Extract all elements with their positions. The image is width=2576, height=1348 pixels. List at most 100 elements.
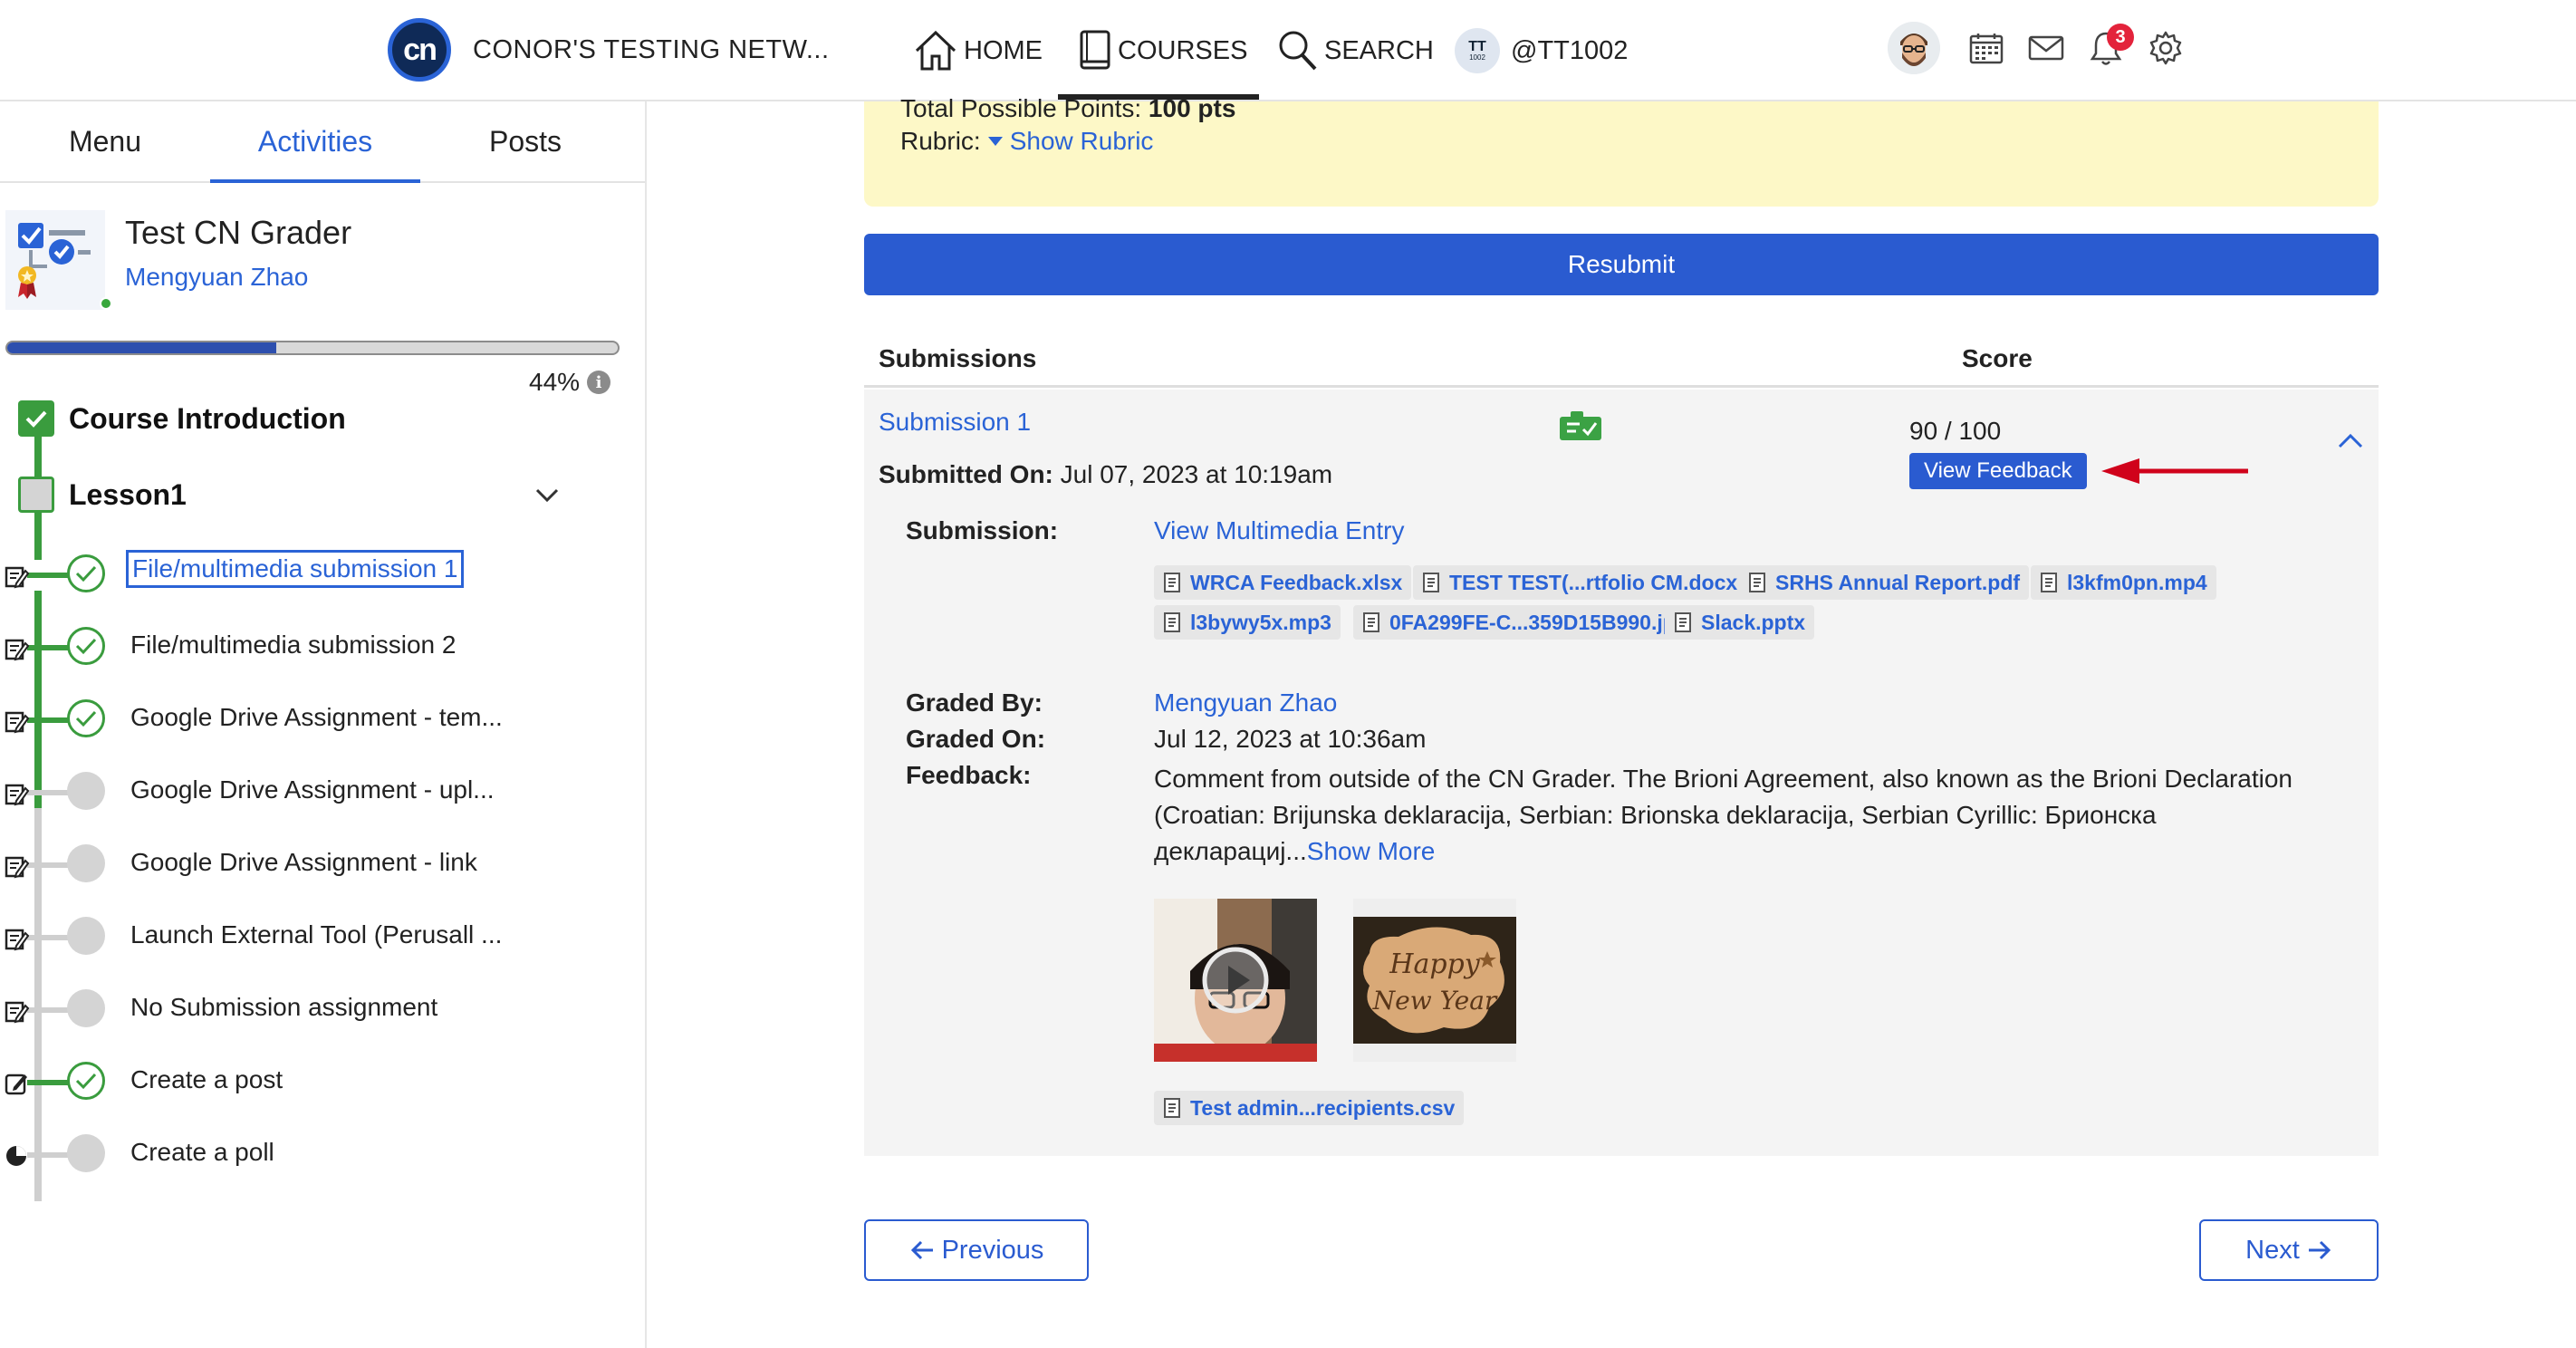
item-connector xyxy=(27,573,71,578)
section-in-progress-icon xyxy=(18,477,54,513)
tab-posts[interactable]: Posts xyxy=(420,101,630,181)
tab-menu[interactable]: Menu xyxy=(0,101,210,181)
nav-home[interactable]: HOME xyxy=(913,0,1043,101)
file-attachment[interactable]: l3kfm0pn.mp4 xyxy=(2031,565,2216,600)
assignment-icon xyxy=(4,636,30,661)
submission-card: Submission 1 Submitted On: Jul 07, 2023 … xyxy=(864,390,2379,1156)
tab-activities[interactable]: Activities xyxy=(210,101,420,183)
settings-button[interactable] xyxy=(2147,29,2185,67)
brand[interactable]: cn CONOR'S TESTING NETW... xyxy=(388,18,830,82)
course-progress-bar xyxy=(5,341,620,355)
previous-label: Previous xyxy=(941,1235,1044,1265)
document-icon xyxy=(1675,612,1691,632)
document-icon xyxy=(1164,1098,1180,1118)
arrow-right-icon xyxy=(2308,1240,2331,1260)
poll-icon xyxy=(4,1143,29,1169)
pending-circle-icon xyxy=(67,989,105,1027)
graded-on-label: Graded On: xyxy=(906,725,1046,753)
activity-item-label: Google Drive Assignment - tem... xyxy=(130,703,503,731)
assignment-icon xyxy=(4,998,30,1024)
file-name: l3kfm0pn.mp4 xyxy=(2067,570,2207,594)
feedback-file-attachment[interactable]: Test admin...recipients.csv xyxy=(1154,1091,1465,1125)
feedback-text: Comment from outside of the CN Grader. T… xyxy=(1154,761,2359,870)
feedback-label: Feedback: xyxy=(906,761,1032,789)
activity-item[interactable]: Create a poll xyxy=(0,1125,645,1180)
check-circle-icon xyxy=(67,1062,105,1100)
file-name: TEST TEST(...rtfolio CM.docx xyxy=(1449,570,1738,594)
total-points-label: Total Possible Points: xyxy=(900,94,1142,122)
activity-item[interactable]: Launch External Tool (Perusall ... xyxy=(0,908,645,962)
item-connector xyxy=(27,645,71,650)
rubric-row: Rubric: Show Rubric xyxy=(900,127,1153,156)
submission-link[interactable]: Submission 1 xyxy=(879,408,1031,437)
nav-courses[interactable]: COURSES xyxy=(1078,0,1247,101)
feedback-image-thumbnail[interactable]: Happy New Year xyxy=(1353,899,1516,1062)
gear-icon xyxy=(2149,31,2182,65)
previous-button[interactable]: Previous xyxy=(864,1219,1089,1281)
activity-item[interactable]: File/multimedia submission 1 xyxy=(0,545,645,600)
view-feedback-button[interactable]: View Feedback xyxy=(1909,453,2087,489)
show-more-link[interactable]: Show More xyxy=(1307,837,1436,865)
info-icon[interactable]: i xyxy=(587,371,611,394)
assignment-icon xyxy=(4,853,30,879)
file-attachment[interactable]: Slack.pptx xyxy=(1665,605,1815,640)
show-rubric-label: Show Rubric xyxy=(1009,127,1154,155)
total-points: Total Possible Points: 100 pts xyxy=(900,94,1235,123)
activity-item[interactable]: No Submission assignment xyxy=(0,980,645,1035)
activity-item[interactable]: Google Drive Assignment - tem... xyxy=(0,690,645,745)
sidebar: Menu Activities Posts Test CN Grader Men… xyxy=(0,101,647,1348)
file-attachment[interactable]: l3bywy5x.mp3 xyxy=(1154,605,1341,640)
section-course-introduction[interactable]: Course Introduction xyxy=(18,400,346,437)
course-thumbnail[interactable] xyxy=(5,210,105,310)
activity-item[interactable]: Google Drive Assignment - link xyxy=(0,835,645,890)
item-connector xyxy=(27,1007,71,1013)
file-attachment[interactable]: 0FA299FE-C...359D15B990.jpeg xyxy=(1353,605,1709,640)
chevron-down-icon[interactable] xyxy=(534,487,560,508)
user-badge-initials: TT xyxy=(1468,39,1486,54)
cn-grader-icon[interactable] xyxy=(1558,409,1603,447)
network-name: CONOR'S TESTING NETW... xyxy=(473,34,830,64)
grader-name-link[interactable]: Mengyuan Zhao xyxy=(1154,688,1337,717)
home-icon xyxy=(915,30,956,71)
course-card: Test CN Grader Mengyuan Zhao xyxy=(5,210,639,319)
course-progress-percent: 44% xyxy=(529,368,581,396)
file-attachment[interactable]: TEST TEST(...rtfolio CM.docx xyxy=(1413,565,1747,600)
calendar-button[interactable] xyxy=(1967,29,2005,67)
user-badge: TT 1002 xyxy=(1455,28,1500,73)
activity-item[interactable]: Google Drive Assignment - upl... xyxy=(0,763,645,817)
annotation-arrow-icon xyxy=(2101,453,2252,494)
pending-circle-icon xyxy=(67,1134,105,1172)
resubmit-button[interactable]: Resubmit xyxy=(864,234,2379,295)
activity-item[interactable]: Create a post xyxy=(0,1053,645,1107)
pending-circle-icon xyxy=(67,772,105,810)
activity-item-label: Launch External Tool (Perusall ... xyxy=(130,920,503,948)
show-rubric-link[interactable]: Show Rubric xyxy=(986,127,1154,156)
avatar-illustration xyxy=(1888,22,1940,74)
nav-search[interactable]: SEARCH xyxy=(1277,0,1434,101)
assignment-icon xyxy=(4,708,30,734)
course-author-link[interactable]: Mengyuan Zhao xyxy=(125,263,308,292)
search-icon xyxy=(1279,31,1317,71)
user-badge-number: 1002 xyxy=(1469,53,1485,62)
header-actions: 3 xyxy=(1888,22,2206,74)
view-multimedia-entry-link[interactable]: View Multimedia Entry xyxy=(1154,516,1404,545)
nav-user-network[interactable]: TT 1002 @TT1002 xyxy=(1455,0,1628,101)
item-connector xyxy=(27,717,71,723)
activity-item[interactable]: File/multimedia submission 2 xyxy=(0,618,645,672)
pending-circle-icon xyxy=(67,844,105,882)
file-name: Test admin...recipients.csv xyxy=(1190,1095,1456,1120)
happy-new-year-image: Happy New Year xyxy=(1353,899,1516,1062)
next-button[interactable]: Next xyxy=(2199,1219,2379,1281)
chevron-up-icon[interactable] xyxy=(2337,431,2364,454)
notifications-button[interactable]: 3 xyxy=(2087,24,2134,67)
file-attachment[interactable]: WRCA Feedback.xlsx xyxy=(1154,565,1412,600)
check-circle-icon xyxy=(67,554,105,592)
section-complete-icon xyxy=(18,400,54,437)
avatar[interactable] xyxy=(1888,22,1940,74)
book-icon xyxy=(1080,30,1110,70)
feedback-video-thumbnail[interactable] xyxy=(1154,899,1317,1062)
submitted-on-label: Submitted On: xyxy=(879,460,1053,488)
section-lesson1[interactable]: Lesson1 xyxy=(18,477,187,513)
file-attachment[interactable]: SRHS Annual Report.pdf xyxy=(1739,565,2030,600)
messages-button[interactable] xyxy=(2027,29,2065,67)
